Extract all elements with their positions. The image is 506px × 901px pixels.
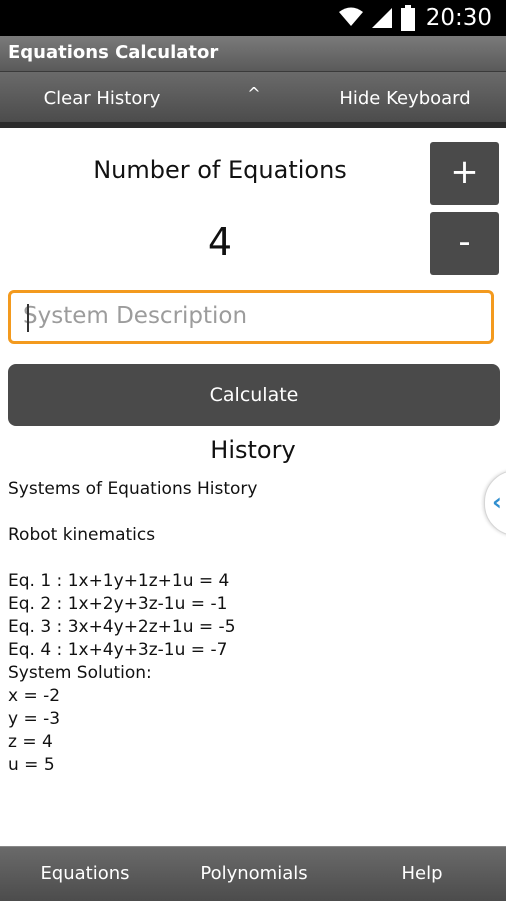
history-solution: x = -2	[8, 686, 61, 706]
history-system-name: Robot kinematics	[8, 525, 156, 545]
history-equation: Eq. 2 : 1x+2y+3z-1u = -1	[8, 594, 228, 614]
text-cursor	[27, 304, 29, 332]
history-solution: u = 5	[8, 755, 55, 775]
signal-icon	[371, 8, 392, 28]
app-title-bar: Equations Calculator	[0, 36, 506, 72]
history-equation: Eq. 4 : 1x+4y+3z-1u = -7	[8, 640, 228, 660]
battery-icon	[400, 5, 415, 31]
chevron-left-icon: ‹	[492, 488, 502, 516]
history-equation: Eq. 1 : 1x+1y+1z+1u = 4	[8, 571, 230, 591]
status-icons	[338, 5, 416, 31]
system-description-field[interactable]	[8, 290, 494, 344]
status-bar: 20:30	[0, 0, 506, 36]
history-equation: Eq. 3 : 3x+4y+2z+1u = -5	[8, 617, 236, 637]
history-solution: z = 4	[8, 732, 53, 752]
history-spacer	[8, 547, 468, 570]
hide-keyboard-button[interactable]: Hide Keyboard	[304, 72, 506, 122]
wifi-icon	[338, 7, 363, 26]
action-bar: Clear History ^ Hide Keyboard	[0, 72, 506, 128]
equations-count-value: 4	[207, 220, 233, 264]
history-title: History	[210, 436, 296, 464]
nav-equations-button[interactable]: Equations	[0, 847, 170, 901]
history-heading: Systems of Equations History	[8, 479, 258, 499]
status-time: 20:30	[425, 5, 492, 31]
side-drawer-tab[interactable]: ‹	[484, 470, 506, 536]
increment-button[interactable]: +	[430, 142, 499, 205]
bottom-nav: Equations Polynomials Help	[0, 846, 506, 901]
action-bar-divider	[0, 122, 506, 128]
equations-count-label: Number of Equations	[93, 156, 347, 184]
history-solution: y = -3	[8, 709, 61, 729]
history-spacer	[8, 501, 468, 524]
system-description-input[interactable]	[23, 293, 493, 339]
history-log: Systems of Equations History Robot kinem…	[8, 478, 468, 777]
nav-help-button[interactable]: Help	[338, 847, 506, 901]
collapse-button[interactable]: ^	[204, 72, 304, 122]
history-solution-label: System Solution:	[8, 663, 152, 683]
clear-history-button[interactable]: Clear History	[0, 72, 204, 122]
app-title: Equations Calculator	[8, 42, 219, 63]
calculate-button[interactable]: Calculate	[8, 364, 500, 426]
nav-polynomials-button[interactable]: Polynomials	[170, 847, 338, 901]
decrement-button[interactable]: -	[430, 212, 499, 275]
